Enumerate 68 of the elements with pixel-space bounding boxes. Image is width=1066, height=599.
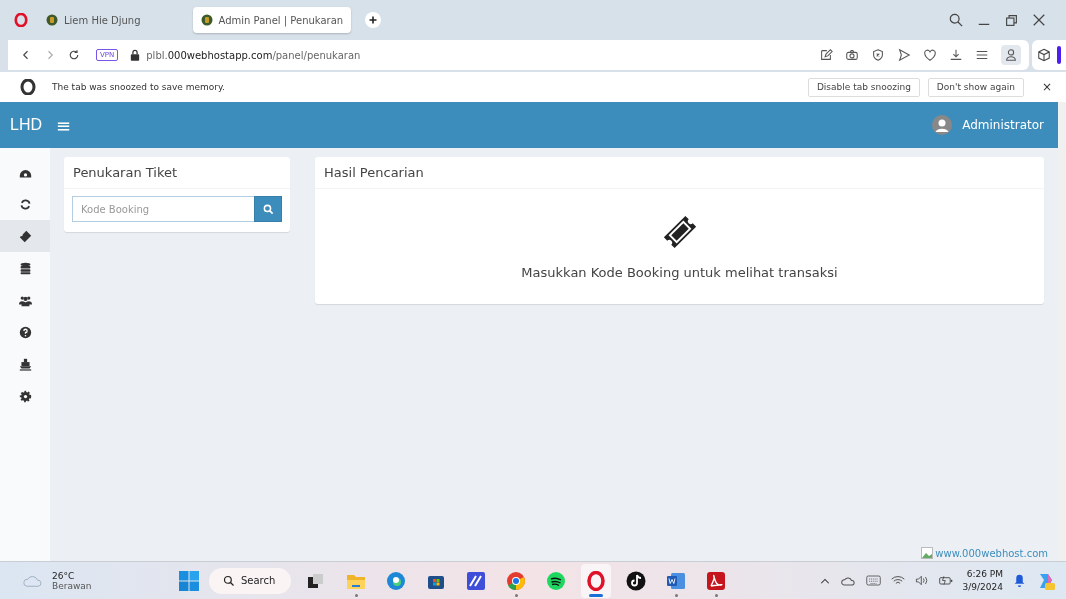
browser-icon bbox=[386, 570, 407, 591]
close-icon[interactable] bbox=[1032, 13, 1046, 27]
app-icon bbox=[466, 570, 487, 591]
bell-icon[interactable] bbox=[1013, 574, 1026, 587]
search-icon bbox=[222, 574, 235, 587]
ticket-icon bbox=[18, 229, 32, 243]
heart-icon[interactable] bbox=[923, 48, 937, 62]
url-text[interactable]: plbl.000webhostapp.com/panel/penukaran bbox=[146, 49, 361, 61]
favicon-icon bbox=[46, 14, 58, 26]
send-icon[interactable] bbox=[897, 48, 911, 62]
sidebar-item[interactable] bbox=[0, 220, 50, 252]
search-icon bbox=[262, 203, 274, 215]
cloud-icon bbox=[22, 573, 44, 588]
music-note-icon bbox=[626, 570, 647, 591]
shield-icon[interactable] bbox=[871, 48, 885, 62]
weather-condition[interactable]: Berawan bbox=[52, 580, 92, 591]
cloud-icon[interactable] bbox=[840, 575, 856, 586]
menu-icon[interactable] bbox=[975, 48, 989, 62]
favicon-icon bbox=[200, 14, 213, 26]
keyboard-icon[interactable] bbox=[865, 575, 881, 586]
battery-icon[interactable] bbox=[938, 575, 953, 586]
opera-logo-icon[interactable] bbox=[14, 13, 28, 27]
help-icon bbox=[18, 325, 32, 339]
camera-icon[interactable] bbox=[845, 48, 859, 62]
booking-code-field[interactable]: Kode Booking bbox=[72, 196, 254, 222]
card-title: Hasil Pencarian bbox=[324, 165, 424, 180]
brand-logo[interactable]: LHD bbox=[10, 116, 42, 134]
restore-icon[interactable] bbox=[1005, 13, 1018, 27]
temperature[interactable]: 26°C bbox=[52, 570, 92, 581]
new-tab-icon[interactable] bbox=[365, 12, 382, 28]
clock-date[interactable]: 3/9/2024 bbox=[962, 580, 1003, 594]
browser-icon bbox=[586, 570, 607, 591]
reload-icon[interactable] bbox=[68, 49, 80, 61]
download-icon[interactable] bbox=[949, 48, 963, 62]
card-title: Penukaran Tiket bbox=[73, 165, 178, 180]
pdf-icon bbox=[706, 570, 727, 591]
word-icon bbox=[666, 570, 687, 591]
snooze-message: The tab was snoozed to save memory. bbox=[52, 82, 225, 92]
browser-tab[interactable]: Liem Hie Djung bbox=[38, 7, 149, 33]
refresh-icon bbox=[18, 197, 32, 211]
browser-tab[interactable]: Admin Panel | Penukaran bbox=[192, 7, 352, 33]
music-app-icon bbox=[546, 570, 567, 591]
menu-toggle-button[interactable]: ≡ bbox=[52, 114, 76, 136]
browser-icon bbox=[506, 570, 527, 591]
wifi-icon[interactable] bbox=[890, 575, 905, 586]
settings-icon bbox=[18, 389, 32, 403]
user-icon bbox=[1004, 48, 1018, 62]
start-icon[interactable] bbox=[178, 570, 199, 591]
snooze-button[interactable]: Don't show again bbox=[927, 77, 1024, 97]
speaker-icon[interactable] bbox=[914, 575, 929, 586]
clock-time[interactable]: 6:26 PM bbox=[966, 567, 1003, 581]
broken-image-icon bbox=[921, 547, 934, 559]
opera-logo-icon bbox=[20, 79, 36, 95]
avatar-icon[interactable] bbox=[932, 115, 953, 135]
close-button[interactable]: × bbox=[1037, 80, 1056, 94]
search-button[interactable] bbox=[254, 196, 282, 222]
snooze-button[interactable]: Disable tab snoozing bbox=[807, 77, 920, 97]
ship-icon bbox=[18, 357, 32, 371]
empty-state-message: Masukkan Kode Booking untuk melihat transaksi bbox=[521, 265, 838, 280]
taskbar-search[interactable]: Search bbox=[208, 567, 292, 594]
cube-icon[interactable] bbox=[1037, 48, 1051, 62]
profile-button[interactable] bbox=[1001, 45, 1021, 65]
edit-icon[interactable] bbox=[819, 48, 833, 62]
user-name[interactable]: Administrator bbox=[962, 118, 1044, 132]
search-icon[interactable] bbox=[949, 13, 963, 27]
lock-icon bbox=[130, 49, 141, 61]
database-icon bbox=[18, 261, 32, 275]
sidebar-toggle[interactable] bbox=[1057, 46, 1061, 64]
